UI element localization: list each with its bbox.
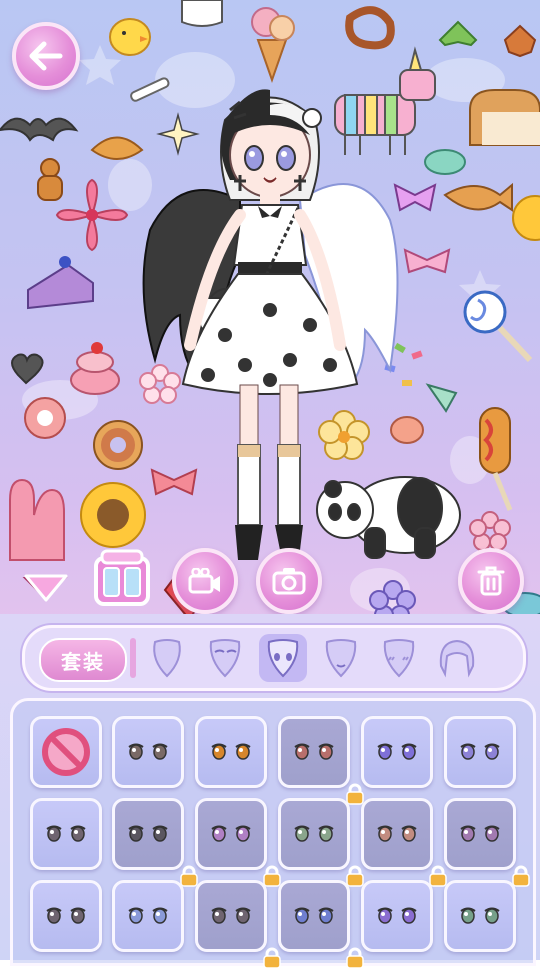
eyes-preview-icon — [294, 907, 334, 924]
eye-style-option[interactable] — [361, 716, 433, 788]
eye-style-option[interactable] — [30, 880, 102, 952]
tab-eyes[interactable] — [259, 634, 307, 682]
tab-mouth[interactable] — [317, 634, 365, 682]
eye-style-option[interactable] — [444, 880, 516, 952]
mouth-icon — [325, 639, 357, 678]
eyes-preview-icon — [128, 825, 168, 842]
camera-icon — [272, 568, 306, 595]
eyes-preview-icon — [377, 907, 417, 924]
back-button[interactable] — [12, 22, 80, 90]
collapse-arrow-button[interactable] — [22, 572, 70, 602]
character-doll[interactable] — [130, 80, 410, 570]
eyes-preview-icon — [128, 743, 168, 760]
eyes-preview-icon — [460, 825, 500, 842]
record-video-button[interactable] — [172, 548, 238, 614]
eye-style-option[interactable] — [30, 798, 102, 870]
eye-style-option[interactable] — [195, 880, 281, 969]
eyes-preview-icon — [294, 743, 334, 760]
eye-style-option[interactable] — [444, 716, 516, 788]
eyes-preview-icon — [460, 907, 500, 924]
screenshot-button[interactable] — [256, 548, 322, 614]
eye-style-option[interactable] — [278, 880, 364, 969]
eyes-preview-icon — [211, 907, 251, 924]
eye-style-option[interactable] — [444, 798, 530, 887]
trash-icon — [477, 566, 505, 596]
tab-hair[interactable] — [433, 634, 481, 682]
eyes-preview-icon — [377, 825, 417, 842]
eye-style-option[interactable] — [112, 880, 184, 952]
eyes-preview-icon — [46, 825, 86, 842]
eyebrows-icon — [209, 639, 241, 678]
eye-style-option[interactable] — [195, 798, 281, 887]
eye-style-option[interactable] — [112, 716, 184, 788]
eye-style-option[interactable] — [112, 798, 198, 887]
tab-divider — [130, 638, 136, 678]
triangle-down-icon — [24, 574, 68, 602]
eyes-preview-icon — [211, 825, 251, 842]
eyes-preview-icon — [377, 743, 417, 760]
category-tab-bar: 套装 — [22, 625, 526, 691]
video-camera-icon — [188, 568, 220, 594]
eye-style-option[interactable] — [195, 716, 267, 788]
tab-blush[interactable] — [375, 634, 423, 682]
eyes-preview-icon — [128, 907, 168, 924]
none-option-button[interactable] — [30, 716, 102, 788]
eye-style-option[interactable] — [278, 716, 364, 805]
wardrobe-button[interactable] — [88, 548, 156, 612]
eye-style-option[interactable] — [278, 798, 364, 887]
eyes-preview-icon — [211, 743, 251, 760]
eyes-icon — [267, 639, 299, 678]
prohibit-icon — [42, 728, 90, 776]
delete-button[interactable] — [458, 548, 524, 614]
tab-face-shape[interactable] — [143, 634, 191, 682]
eyes-preview-icon — [294, 825, 334, 842]
hair-icon — [439, 639, 475, 678]
face-shape-icon — [153, 639, 181, 678]
wardrobe-icon — [94, 549, 150, 606]
outfit-set-button[interactable]: 套装 — [39, 638, 127, 682]
dressup-scene — [0, 0, 540, 625]
eyes-preview-icon — [46, 907, 86, 924]
tab-eyebrows[interactable] — [201, 634, 249, 682]
eye-style-option[interactable] — [361, 798, 447, 887]
arrow-left-icon — [29, 41, 63, 71]
eyes-preview-icon — [460, 743, 500, 760]
eye-style-option[interactable] — [361, 880, 433, 952]
blush-icon — [383, 639, 415, 678]
